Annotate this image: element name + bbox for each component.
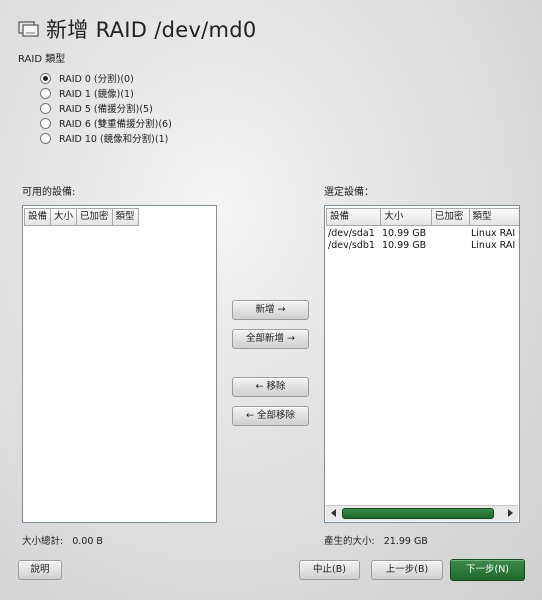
selected-col-encrypted[interactable]: 已加密 — [430, 208, 470, 226]
back-button[interactable]: 上一步(B) — [371, 560, 443, 580]
raid5-option[interactable]: RAID 5 (備援分割)(5) — [40, 101, 172, 115]
scroll-left-icon[interactable] — [331, 509, 336, 517]
raid10-label: RAID 10 (鏡像和分割)(1) — [59, 134, 169, 145]
selected-devices-list[interactable]: 設備 大小 已加密 類型 /dev/sda1 10.99 GB Linux RA… — [324, 205, 520, 523]
available-devices-list[interactable]: 設備 大小 已加密 類型 — [22, 205, 217, 523]
available-col-device[interactable]: 設備 — [24, 208, 52, 226]
row-device: /dev/sdb1 — [328, 240, 375, 251]
raid0-radio[interactable] — [40, 72, 51, 84]
available-col-type[interactable]: 類型 — [111, 208, 139, 226]
raid1-label: RAID 1 (鏡像)(1) — [59, 89, 134, 100]
scrollbar-thumb[interactable] — [342, 508, 494, 519]
title-bar: 新增 RAID /dev/md0 — [18, 14, 257, 44]
resulting-size-value: 21.99 GB — [383, 536, 428, 547]
raid1-radio[interactable] — [40, 87, 51, 99]
raid0-option[interactable]: RAID 0 (分割)(0) — [40, 71, 172, 85]
row-encrypted — [433, 228, 471, 240]
abort-button[interactable]: 中止(B) — [299, 560, 360, 580]
table-row[interactable]: /dev/sdb1 10.99 GB Linux RAI — [328, 240, 519, 252]
raid6-label: RAID 6 (雙重備援分割)(6) — [59, 119, 172, 130]
scroll-right-icon[interactable] — [508, 509, 513, 517]
row-size: 10.99 GB — [382, 228, 427, 239]
raid6-option[interactable]: RAID 6 (雙重備援分割)(6) — [40, 116, 172, 130]
horizontal-scrollbar[interactable] — [326, 505, 518, 521]
raid6-radio[interactable] — [40, 117, 51, 129]
selected-col-size[interactable]: 大小 — [380, 208, 432, 226]
add-all-button[interactable]: 全部新增 → — [232, 329, 309, 349]
available-total-label: 大小總計: — [22, 536, 64, 547]
add-button[interactable]: 新增 → — [232, 300, 309, 320]
next-button[interactable]: 下一步(N) — [450, 559, 525, 581]
page-title: 新增 RAID /dev/md0 — [46, 18, 257, 42]
available-total: 大小總計: 0.00 B — [22, 533, 103, 547]
table-row[interactable]: /dev/sda1 10.99 GB Linux RAI — [328, 228, 519, 240]
row-device: /dev/sda1 — [328, 228, 375, 239]
harddisk-raid-icon — [18, 21, 39, 37]
raid5-radio[interactable] — [40, 102, 51, 114]
available-list-header: 設備 大小 已加密 類型 — [23, 206, 216, 226]
row-size: 10.99 GB — [382, 240, 427, 251]
resulting-size-label: 產生的大小: — [324, 536, 375, 547]
row-encrypted — [433, 240, 471, 252]
row-type: Linux RAI — [471, 240, 516, 251]
raid10-radio[interactable] — [40, 132, 51, 144]
raid10-option[interactable]: RAID 10 (鏡像和分割)(1) — [40, 131, 172, 145]
resulting-size: 產生的大小: 21.99 GB — [324, 533, 428, 547]
available-col-encrypted[interactable]: 已加密 — [76, 208, 113, 226]
help-button[interactable]: 說明 — [18, 560, 62, 580]
selected-list-header: 設備 大小 已加密 類型 — [325, 206, 519, 226]
selected-col-type[interactable]: 類型 — [468, 208, 519, 226]
available-devices-label: 可用的設備: — [22, 187, 76, 198]
selected-devices-label: 選定設備： — [324, 187, 374, 198]
raid0-label: RAID 0 (分割)(0) — [59, 74, 134, 85]
remove-all-button[interactable]: ← 全部移除 — [232, 406, 309, 426]
available-col-size[interactable]: 大小 — [50, 208, 78, 226]
raid5-label: RAID 5 (備援分割)(5) — [59, 104, 153, 115]
row-type: Linux RAI — [471, 228, 516, 239]
raid-type-group: RAID 0 (分割)(0) RAID 1 (鏡像)(1) RAID 5 (備援… — [40, 71, 172, 145]
raid-type-label: RAID 類型 — [18, 54, 66, 65]
selected-col-device[interactable]: 設備 — [326, 208, 382, 226]
raid1-option[interactable]: RAID 1 (鏡像)(1) — [40, 86, 172, 100]
available-total-value: 0.00 B — [72, 536, 103, 547]
remove-button[interactable]: ← 移除 — [232, 377, 309, 397]
